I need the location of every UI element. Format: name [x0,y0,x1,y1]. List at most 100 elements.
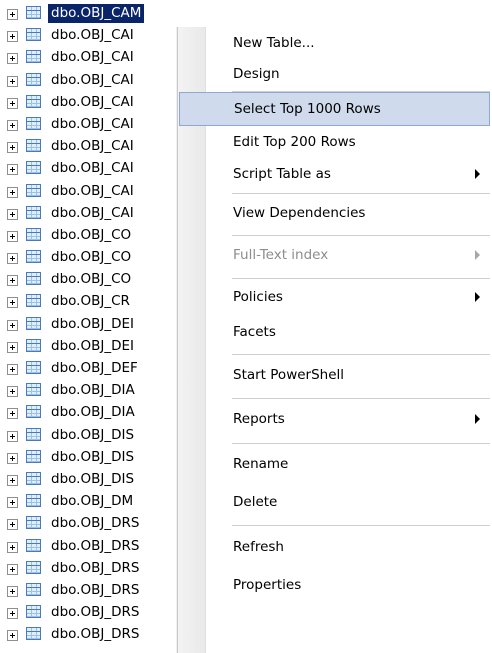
menu-item-design[interactable]: Design [178,59,492,89]
menu-item-edit-top-200-rows[interactable]: Edit Top 200 Rows [178,126,492,158]
expand-icon[interactable] [7,164,18,176]
tree-row[interactable]: dbo.OBJ_CAI [0,47,205,69]
table-icon [26,250,41,264]
tree-row-label: dbo.OBJ_DEI [51,337,134,354]
tree-row[interactable]: dbo.OBJ_CAM [0,3,205,25]
tree-row[interactable]: dbo.OBJ_DRS [0,513,205,535]
context-menu: New Table... Design Select Top 1000 Rows… [177,27,492,653]
menu-item-label: Facets [233,324,276,340]
menu-item-view-dependencies[interactable]: View Dependencies [178,194,492,232]
expand-icon[interactable] [7,31,18,43]
tree-row[interactable]: dbo.OBJ_DRS [0,536,205,558]
tree-row-label: dbo.OBJ_DRS [51,626,140,643]
tree-row[interactable]: dbo.OBJ_DM [0,491,205,513]
menu-item-label: Reports [233,411,285,427]
menu-item-rename[interactable]: Rename [178,444,492,484]
menu-item-label: Refresh [233,539,284,555]
table-icon [26,627,41,641]
expand-icon[interactable] [7,186,18,198]
table-icon [26,383,41,397]
tree-row[interactable]: dbo.OBJ_DEI [0,314,205,336]
table-icon [26,560,41,574]
tree-row-label: dbo.OBJ_DIS [51,470,135,487]
tree-row[interactable]: dbo.OBJ_CO [0,269,205,291]
tree-row[interactable]: dbo.OBJ_DRS [0,558,205,580]
tree-row[interactable]: dbo.OBJ_CAI [0,203,205,225]
table-icon [26,338,41,352]
table-icon [26,316,41,330]
expand-icon[interactable] [7,563,18,575]
tree-row[interactable]: dbo.OBJ_DIS [0,469,205,491]
submenu-arrow-icon [475,292,480,302]
tree-row[interactable]: dbo.OBJ_CAI [0,136,205,158]
expand-icon[interactable] [7,97,18,109]
expand-icon[interactable] [7,630,18,642]
expand-icon[interactable] [7,585,18,597]
tree-row-label: dbo.OBJ_DRS [51,581,140,598]
tree-row[interactable]: dbo.OBJ_DIS [0,425,205,447]
tree-row-label: dbo.OBJ_CR [51,293,130,310]
menu-item-policies[interactable]: Policies [178,279,492,315]
menu-item-select-top-1000-rows[interactable]: Select Top 1000 Rows [179,92,490,126]
tree-row[interactable]: dbo.OBJ_DRS [0,580,205,602]
menu-item-label: Script Table as [233,166,331,182]
menu-item-properties[interactable]: Properties [178,568,492,602]
expand-icon[interactable] [7,608,18,620]
tree-row[interactable]: dbo.OBJ_CO [0,247,205,269]
menu-item-label: Delete [233,494,278,510]
expand-icon[interactable] [7,53,18,65]
expand-icon[interactable] [7,253,18,265]
menu-item-reports[interactable]: Reports [178,399,492,439]
tree-row[interactable]: dbo.OBJ_CAI [0,114,205,136]
tree-row[interactable]: dbo.OBJ_CAI [0,70,205,92]
expand-icon[interactable] [7,452,18,464]
tree-row-label: dbo.OBJ_CAI [51,27,134,44]
menu-item-refresh[interactable]: Refresh [178,526,492,568]
tree-row[interactable]: dbo.OBJ_DRS [0,602,205,624]
menu-item-label: Full-Text index [233,247,329,263]
expand-icon[interactable] [7,364,18,375]
expand-icon[interactable] [7,541,18,553]
expand-icon[interactable] [7,9,18,20]
expand-icon[interactable] [7,297,18,309]
tree-row[interactable]: dbo.OBJ_CO [0,225,205,247]
menu-item-delete[interactable]: Delete [178,484,492,520]
table-icon [26,94,41,108]
expand-icon[interactable] [7,497,18,509]
tree-row[interactable]: dbo.OBJ_DIA [0,380,205,402]
menu-item-new-table[interactable]: New Table... [178,27,492,59]
expand-icon[interactable] [7,275,18,287]
tree-row-label: dbo.OBJ_DEI [51,315,134,332]
expand-icon[interactable] [7,75,18,87]
expand-icon[interactable] [7,474,18,486]
menu-item-start-powershell[interactable]: Start PowerShell [178,355,492,395]
tree-row[interactable]: dbo.OBJ_CR [0,291,205,313]
expand-icon[interactable] [7,386,18,398]
expand-icon[interactable] [7,408,18,420]
tree-row[interactable]: dbo.OBJ_DEI [0,336,205,358]
submenu-arrow-icon [475,414,480,424]
tree-row[interactable]: dbo.OBJ_CAI [0,25,205,47]
tree-row[interactable]: dbo.OBJ_CAI [0,158,205,180]
expand-icon[interactable] [7,430,18,442]
menu-item-script-table-as[interactable]: Script Table as [178,158,492,190]
tree-row[interactable]: dbo.OBJ_DRS [0,624,205,646]
expand-icon[interactable] [7,208,18,220]
tree-row[interactable]: dbo.OBJ_DIS [0,447,205,469]
expand-icon[interactable] [7,119,18,131]
tree-row-label: dbo.OBJ_CAI [51,138,134,155]
tree-row-label: dbo.OBJ_DM [51,493,134,510]
tree-row[interactable]: dbo.OBJ_DIA [0,402,205,424]
expand-icon[interactable] [7,142,18,154]
table-icon [26,183,41,197]
expand-icon[interactable] [7,319,18,331]
tree-row[interactable]: dbo.OBJ_DEF [0,358,205,380]
expand-icon[interactable] [7,519,18,531]
tree-row[interactable]: dbo.OBJ_CAI [0,92,205,114]
menu-item-facets[interactable]: Facets [178,315,492,349]
table-icon [26,361,41,374]
tree-row[interactable]: dbo.OBJ_CAI [0,181,205,203]
expand-icon[interactable] [7,341,18,353]
expand-icon[interactable] [7,230,18,242]
menu-item-label: Edit Top 200 Rows [233,134,356,150]
